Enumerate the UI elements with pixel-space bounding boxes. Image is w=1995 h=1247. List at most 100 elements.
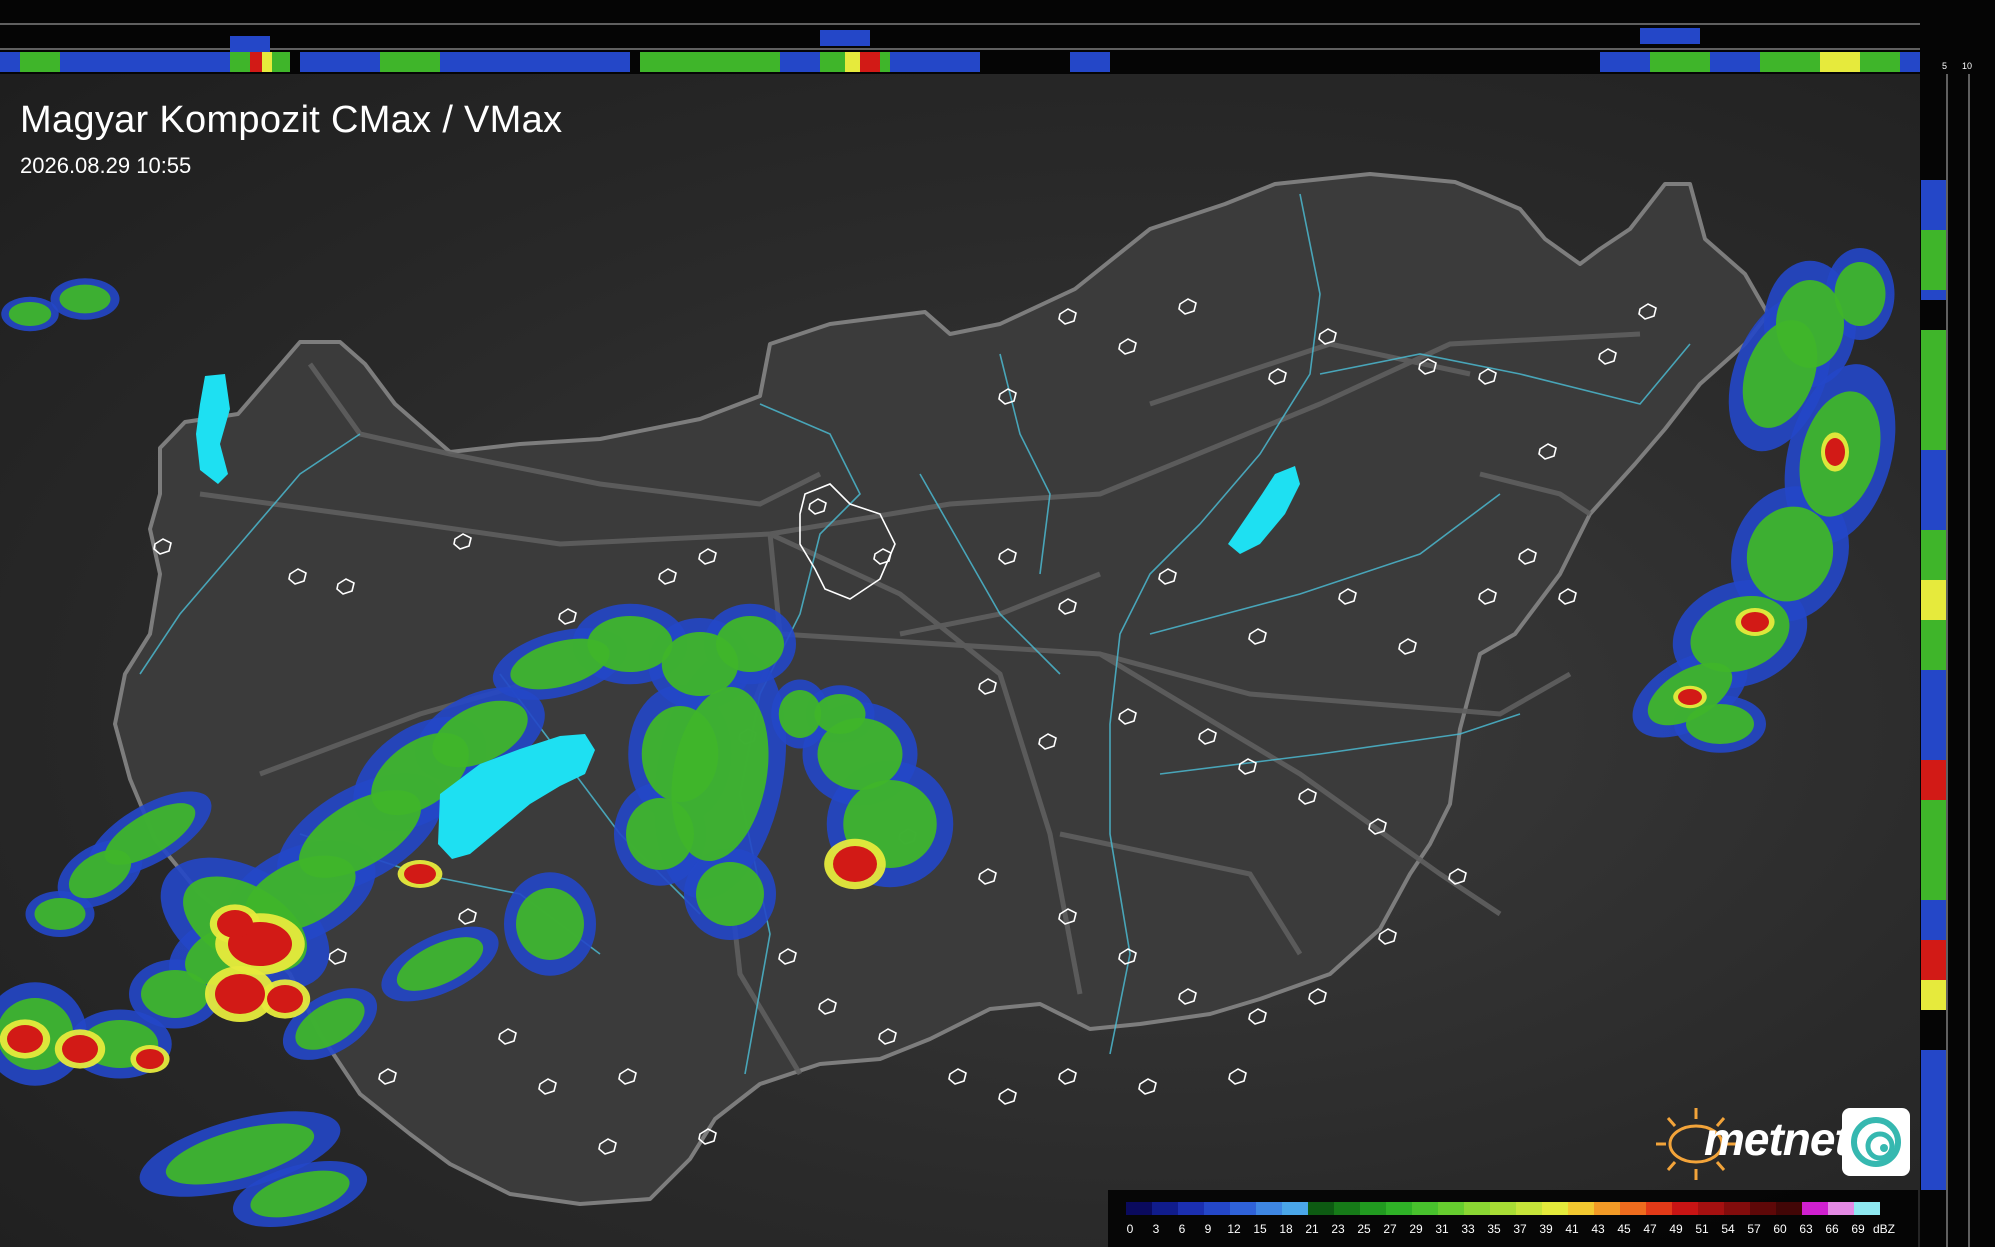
metnet-logo[interactable]: metnet xyxy=(1636,1104,1912,1184)
radar-viewer: 10 5 5 10 xyxy=(0,0,1995,1247)
urban-outline xyxy=(1448,868,1467,885)
legend-value: 25 xyxy=(1357,1222,1371,1236)
urban-outline xyxy=(1058,1068,1077,1085)
legend-value: 51 xyxy=(1695,1222,1709,1236)
echo-core-heavy xyxy=(404,864,436,884)
urban-outline xyxy=(1248,1008,1267,1025)
swirl-logo-icon xyxy=(1842,1108,1910,1176)
legend-swatch xyxy=(1412,1202,1438,1215)
urban-outline xyxy=(998,1088,1017,1105)
echo-body xyxy=(1834,262,1886,326)
legend-value: 29 xyxy=(1409,1222,1423,1236)
top-profile-echo xyxy=(820,30,870,46)
legend-swatch xyxy=(1620,1202,1646,1215)
legend-swatch xyxy=(1126,1202,1152,1215)
top-profile-graphic xyxy=(0,23,1920,72)
legend-value: 37 xyxy=(1513,1222,1527,1236)
legend-swatch xyxy=(1256,1202,1282,1215)
urban-outline xyxy=(1308,988,1327,1005)
country-area xyxy=(113,172,1770,1206)
map-title: Magyar Kompozit CMax / VMax xyxy=(20,99,563,141)
logo-wordmark: metnet xyxy=(1704,1113,1850,1165)
legend-swatch xyxy=(1516,1202,1542,1215)
echo-core-heavy xyxy=(1825,438,1845,466)
echo-body xyxy=(626,798,694,870)
echo-core-heavy xyxy=(1741,612,1769,632)
legend-value: 12 xyxy=(1227,1222,1241,1236)
legend-value: 63 xyxy=(1799,1222,1813,1236)
right-profile-echo xyxy=(1921,1130,1946,1190)
legend-value: 41 xyxy=(1565,1222,1579,1236)
legend-value: 33 xyxy=(1461,1222,1475,1236)
right-axis-tick-5: 5 xyxy=(1942,61,1948,71)
echo-body xyxy=(516,888,584,960)
legend-value: 45 xyxy=(1617,1222,1631,1236)
right-profile-echo xyxy=(1921,450,1946,530)
echo-body xyxy=(34,898,86,930)
echo-core-heavy xyxy=(217,910,253,938)
echo-body xyxy=(814,694,866,734)
legend-swatch xyxy=(1542,1202,1568,1215)
top-profile-echo xyxy=(845,52,860,72)
top-profile-echo xyxy=(150,52,230,72)
legend-swatch xyxy=(1828,1202,1854,1215)
echo-body xyxy=(1686,704,1754,744)
urban-outline xyxy=(948,1068,967,1085)
echo-core-heavy xyxy=(62,1035,98,1063)
legend-value: 35 xyxy=(1487,1222,1501,1236)
map-timestamp: 2026.08.29 10:55 xyxy=(20,153,192,178)
right-profile-echo xyxy=(1921,940,1946,980)
legend-value: 21 xyxy=(1305,1222,1319,1236)
top-profile-echo xyxy=(1820,52,1860,72)
legend-value: 54 xyxy=(1721,1222,1735,1236)
legend-swatch xyxy=(1360,1202,1386,1215)
legend-value: 3 xyxy=(1152,1222,1160,1236)
top-profile-echo xyxy=(640,52,780,72)
legend-swatch xyxy=(1698,1202,1724,1215)
top-profile-echo xyxy=(1070,52,1110,72)
legend-swatch xyxy=(1438,1202,1464,1215)
top-profile-echo xyxy=(900,52,980,72)
legend-swatch xyxy=(1568,1202,1594,1215)
top-profile-echo xyxy=(1640,28,1700,44)
right-profile-echo xyxy=(1921,800,1946,900)
urban-outline xyxy=(1378,928,1397,945)
top-profile-echo xyxy=(860,52,880,72)
legend-value: 39 xyxy=(1539,1222,1553,1236)
right-profile-echo xyxy=(1921,580,1946,620)
top-profile-echo xyxy=(20,52,60,72)
right-profile-strip: 5 10 xyxy=(1920,0,1995,1247)
right-profile-echo xyxy=(1921,330,1946,450)
urban-outline xyxy=(1228,1068,1247,1085)
legend-swatch xyxy=(1282,1202,1308,1215)
echo-body xyxy=(696,862,764,926)
legend-swatch xyxy=(1750,1202,1776,1215)
top-profile-echo xyxy=(380,52,440,72)
legend-swatch xyxy=(1672,1202,1698,1215)
echo-body xyxy=(8,302,52,326)
right-profile-graphic xyxy=(1921,74,1970,1247)
legend-value: 0 xyxy=(1126,1222,1134,1236)
legend-swatch xyxy=(1152,1202,1178,1215)
legend-unit: dBZ xyxy=(1872,1222,1896,1236)
echo-core-heavy xyxy=(267,985,303,1013)
legend-swatch xyxy=(1178,1202,1204,1215)
legend-value: 6 xyxy=(1178,1222,1186,1236)
echo-core-heavy xyxy=(136,1049,164,1069)
legend-swatch xyxy=(1308,1202,1334,1215)
echo-body xyxy=(59,284,111,314)
legend-value: 60 xyxy=(1773,1222,1787,1236)
radar-map[interactable]: Magyar Kompozit CMax / VMax 2026.08.29 1… xyxy=(0,74,1920,1247)
urban-outline xyxy=(1558,588,1577,605)
legend-value: 69 xyxy=(1851,1222,1865,1236)
top-profile-echo xyxy=(262,52,272,72)
echo-body xyxy=(778,690,822,738)
legend-value: 43 xyxy=(1591,1222,1605,1236)
legend-color-bar xyxy=(1126,1202,1880,1215)
echo-core-heavy xyxy=(215,974,265,1014)
legend-value: 9 xyxy=(1204,1222,1212,1236)
echo-body xyxy=(716,616,784,672)
legend-swatch xyxy=(1464,1202,1490,1215)
top-profile-echo xyxy=(1860,52,1900,72)
legend-swatch xyxy=(1594,1202,1620,1215)
